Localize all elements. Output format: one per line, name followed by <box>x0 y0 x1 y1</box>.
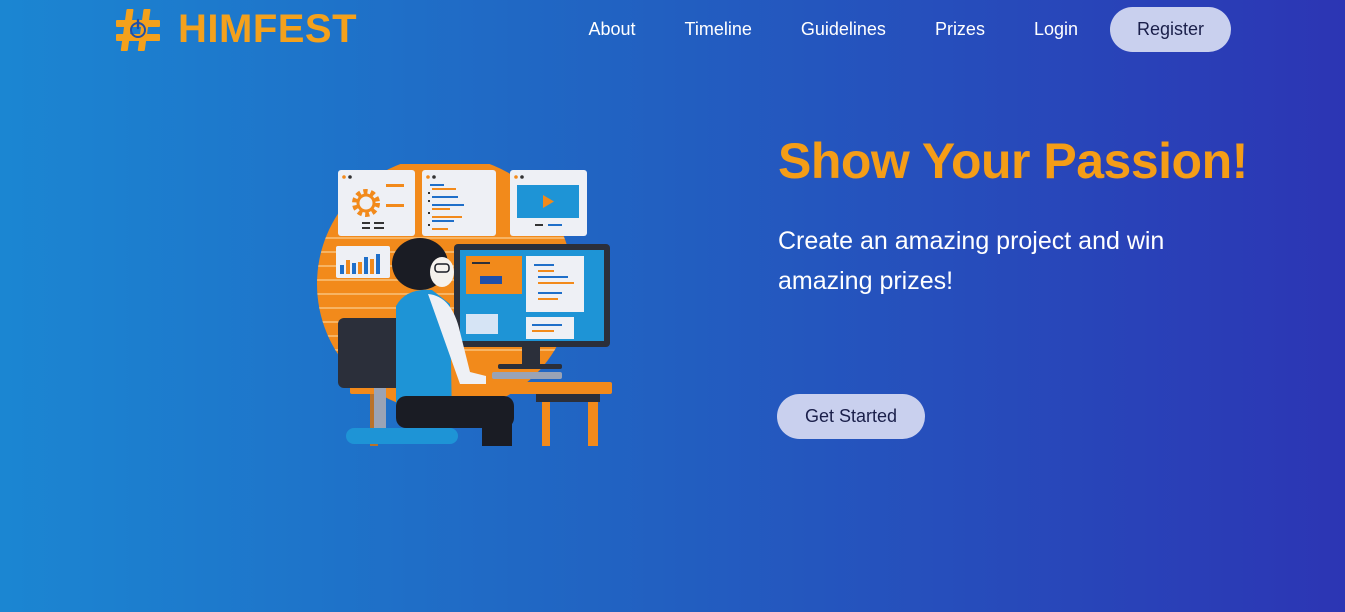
developer-at-computer-illustration <box>317 164 612 446</box>
nav-link-timeline[interactable]: Timeline <box>685 7 752 52</box>
settings-card <box>338 170 415 236</box>
navbar: HIMFEST About Timeline Guidelines Prizes… <box>0 0 1345 60</box>
nav-link-prizes[interactable]: Prizes <box>935 7 985 52</box>
code-card <box>422 170 496 236</box>
hashtag-power-icon <box>116 9 160 51</box>
chart-card <box>336 246 390 278</box>
hero-title: Show Your Passion! <box>778 133 1248 189</box>
brand-logo-link[interactable]: HIMFEST <box>114 6 357 54</box>
register-button[interactable]: Register <box>1110 7 1231 52</box>
nav-link-login[interactable]: Login <box>1034 7 1078 52</box>
hero-subtitle: Create an amazing project and win amazin… <box>778 227 1165 295</box>
video-card <box>510 170 587 236</box>
brand-name: HIMFEST <box>178 7 358 51</box>
hero-section: Show Your Passion! Create an amazing pro… <box>778 128 1248 301</box>
nav-link-about[interactable]: About <box>588 7 635 52</box>
nav-menu: About Timeline Guidelines Prizes Login R… <box>588 7 1231 52</box>
nav-link-guidelines[interactable]: Guidelines <box>801 7 886 52</box>
get-started-button[interactable]: Get Started <box>777 394 925 439</box>
